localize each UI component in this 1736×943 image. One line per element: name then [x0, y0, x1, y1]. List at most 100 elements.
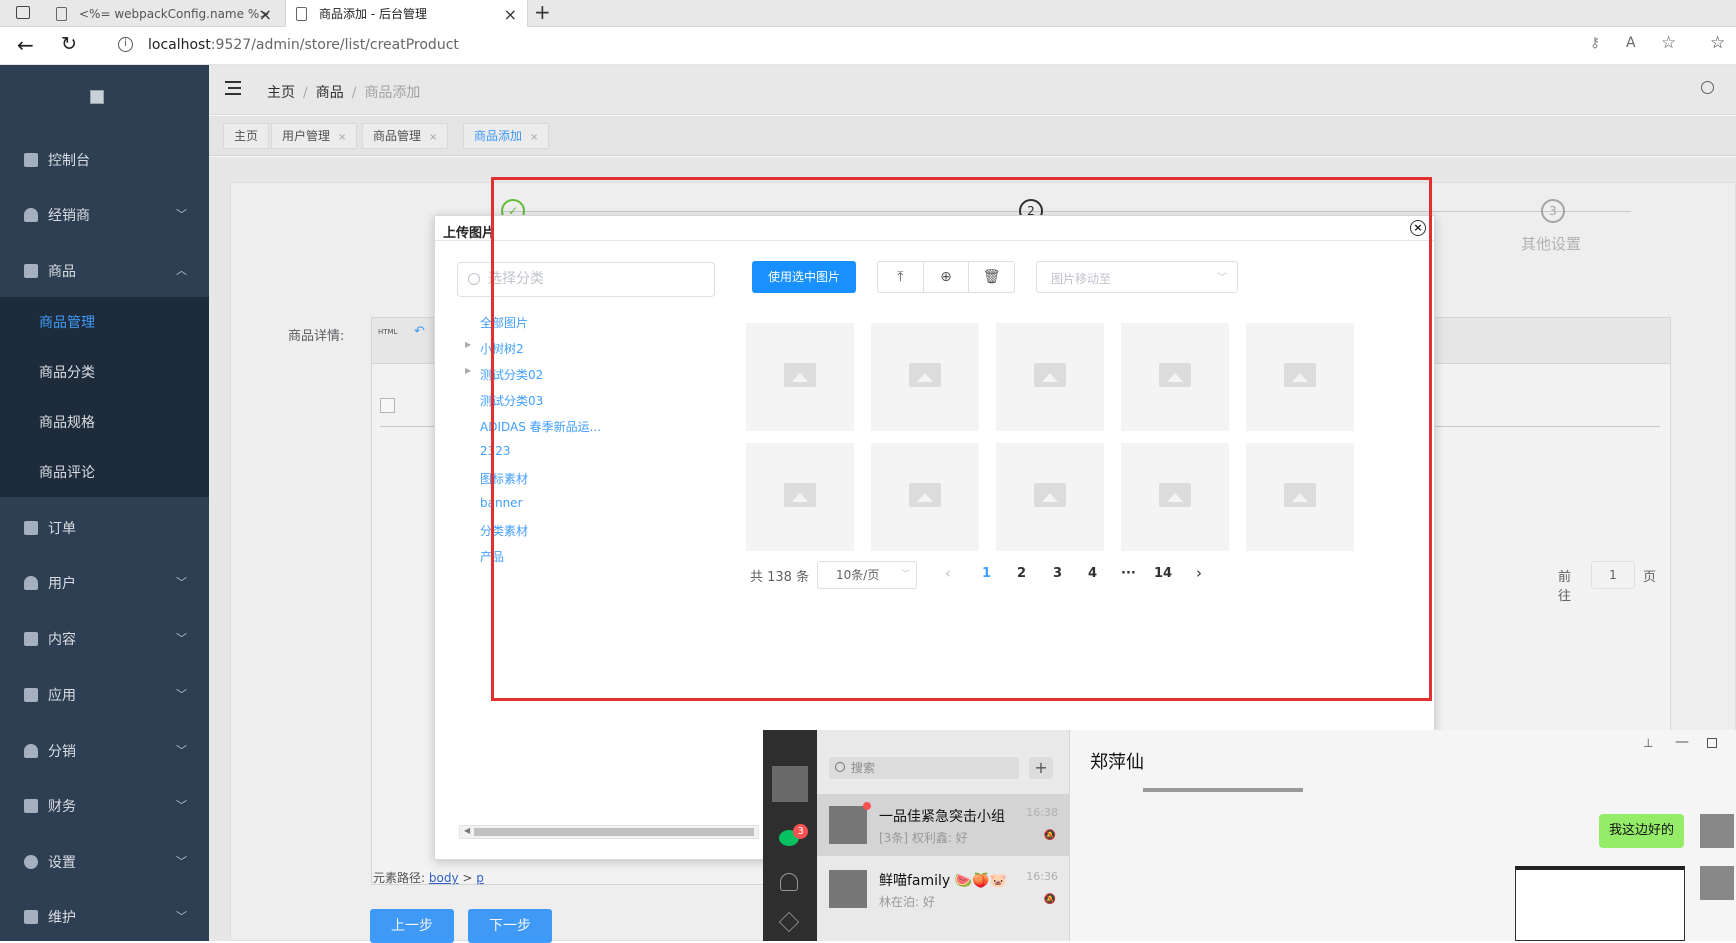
sidebar-item-finance[interactable]: 财务 ﹀: [0, 780, 209, 832]
horizontal-scrollbar[interactable]: ◀: [459, 825, 759, 839]
site-info-icon[interactable]: i: [118, 37, 133, 52]
step-number: 3: [1549, 204, 1557, 218]
chat-item[interactable]: 一品佳紧急突击小组 [3条] 权利鑫: 好 16:38 🔕: [817, 794, 1070, 856]
tab-title: <%= webpackConfig.name %>: [79, 6, 270, 21]
sidebar-subitem-product-review[interactable]: 商品评论: [0, 447, 209, 497]
url-field[interactable]: localhost:9527/admin/store/list/creatPro…: [148, 37, 459, 53]
contacts-icon[interactable]: [780, 873, 798, 891]
chevron-down-icon: ﹀: [176, 744, 187, 757]
sidebar-item-app[interactable]: 应用 ﹀: [0, 669, 209, 721]
close-icon[interactable]: ×: [429, 132, 437, 143]
sidebar-item-label: 维护: [48, 910, 76, 926]
sidebar-item-distribution[interactable]: 分销 ﹀: [0, 725, 209, 777]
tag-home[interactable]: 主页: [223, 123, 270, 149]
shared-image-strip: [1143, 788, 1303, 792]
sidebar-item-label: 经销商: [48, 208, 90, 224]
caret-right-icon[interactable]: ▶: [465, 340, 471, 349]
close-tab-icon[interactable]: ×: [504, 5, 517, 24]
hamburger-icon[interactable]: [225, 81, 241, 95]
sidebar-subitem-product-spec[interactable]: 商品规格: [0, 397, 209, 447]
box-icon[interactable]: [778, 911, 800, 933]
undo-icon[interactable]: ↶: [414, 324, 425, 339]
sidebar-item-dashboard[interactable]: 控制台: [0, 134, 209, 186]
favorite-add-icon[interactable]: ☆: [1661, 33, 1676, 53]
chat-time: 16:36: [1026, 870, 1058, 883]
sidebar-item-order[interactable]: 订单: [0, 502, 209, 554]
back-arrow-icon[interactable]: ←: [17, 33, 34, 57]
browser-tab-product-add[interactable]: 商品添加 - 后台管理 ×: [285, 0, 528, 27]
sidebar-item-label: 财务: [48, 799, 76, 815]
breadcrumb-current: 商品添加: [364, 85, 421, 101]
sidebar-item-label: 内容: [48, 632, 76, 648]
breadcrumb: 主页 / 商品 / 商品添加: [267, 85, 421, 101]
key-icon[interactable]: ⚷: [1590, 35, 1600, 51]
html-icon[interactable]: HTML: [378, 328, 397, 336]
goto-page-input[interactable]: 1: [1591, 561, 1635, 589]
maximize-icon[interactable]: [1707, 738, 1717, 748]
read-aloud-icon[interactable]: A: [1626, 35, 1636, 51]
document-icon: [56, 6, 67, 21]
tag-product-manage[interactable]: 商品管理 ×: [362, 123, 449, 149]
sidebar-item-content[interactable]: 内容 ﹀: [0, 613, 209, 665]
breadcrumb-home[interactable]: 主页: [267, 85, 295, 101]
minimize-icon[interactable]: —: [1675, 734, 1689, 750]
path-body-link[interactable]: body: [429, 871, 459, 885]
order-icon: [24, 521, 38, 535]
finance-icon: [24, 799, 38, 813]
mute-icon: 🔕: [1043, 894, 1056, 905]
search-icon[interactable]: [1701, 81, 1714, 94]
close-icon[interactable]: ×: [338, 132, 346, 143]
new-tab-icon[interactable]: +: [534, 0, 551, 24]
reload-icon[interactable]: ↻: [61, 33, 77, 55]
wechat-search-input[interactable]: 搜索: [829, 757, 1019, 779]
breadcrumb-product[interactable]: 商品: [316, 85, 344, 101]
caret-right-icon[interactable]: ▶: [465, 366, 471, 375]
tag-product-add[interactable]: 商品添加 ×: [463, 123, 550, 149]
sidebar-item-maintenance[interactable]: 维护 ﹀: [0, 891, 209, 943]
chat-name: 一品佳紧急突击小组: [879, 809, 1005, 825]
search-icon: [468, 273, 480, 285]
mute-icon: 🔕: [1043, 830, 1056, 841]
unread-badge: 3: [793, 824, 808, 839]
close-icon[interactable]: ×: [530, 132, 538, 143]
add-icon[interactable]: +: [1029, 757, 1053, 779]
chevron-down-icon: ﹀: [176, 855, 187, 868]
sidebar-item-label: 用户: [48, 576, 76, 592]
browser-tab-bar: <%= webpackConfig.name %> × 商品添加 - 后台管理 …: [0, 0, 1736, 27]
sidebar-item-settings[interactable]: 设置 ﹀: [0, 836, 209, 888]
sidebar-item-label: 商品: [48, 264, 76, 280]
pin-icon[interactable]: ⊥: [1643, 736, 1653, 750]
prev-step-button[interactable]: 上一步: [370, 909, 454, 943]
sidebar-subitem-product-category[interactable]: 商品分类: [0, 347, 209, 397]
wechat-window: 3 搜索 + 一品佳紧急突击小组 [3条] 权利鑫: 好 16:38 🔕 鲜喵f…: [763, 730, 1736, 941]
sidebar-item-label: 控制台: [48, 153, 90, 169]
sidebar-item-product[interactable]: 商品 ︿: [0, 245, 209, 297]
editor-checkbox-icon: [380, 398, 395, 413]
tab-overview-icon[interactable]: [16, 6, 30, 19]
user-icon: [24, 208, 38, 222]
avatar[interactable]: [772, 766, 808, 802]
chat-item[interactable]: 鲜喵family 🍉🍑🐷 林在泊: 好 16:36 🔕: [817, 858, 1070, 920]
close-tab-icon[interactable]: ×: [259, 5, 272, 24]
sidebar-item-user[interactable]: 用户 ﹀: [0, 557, 209, 609]
sidebar-subitem-product-manage[interactable]: 商品管理: [0, 297, 209, 347]
path-label: 元素路径:: [373, 871, 426, 885]
tool-icon: [24, 910, 38, 924]
sidebar-subitem-label: 商品管理: [39, 315, 95, 331]
gear-icon: [24, 855, 38, 869]
step-3-label: 其他设置: [1521, 235, 1582, 253]
search-icon: [835, 762, 845, 772]
path-p-link[interactable]: p: [476, 871, 484, 885]
button-label: 上一步: [391, 918, 433, 934]
goto-label: 前往: [1558, 570, 1572, 604]
next-step-button[interactable]: 下一步: [468, 909, 552, 943]
chat-name: 鲜喵family 🍉🍑🐷: [879, 873, 1007, 889]
sidebar-item-dealer[interactable]: 经销商 ﹀: [0, 189, 209, 241]
sidebar-item-label: 订单: [48, 521, 76, 537]
chevron-down-icon: ﹀: [176, 208, 187, 221]
favorites-icon[interactable]: ☆: [1710, 33, 1725, 53]
browser-tab-webpack[interactable]: <%= webpackConfig.name %> ×: [46, 0, 282, 27]
tag-user-manage[interactable]: 用户管理 ×: [271, 123, 358, 149]
unread-dot: [863, 802, 871, 810]
screenshot-message[interactable]: [1515, 866, 1685, 941]
